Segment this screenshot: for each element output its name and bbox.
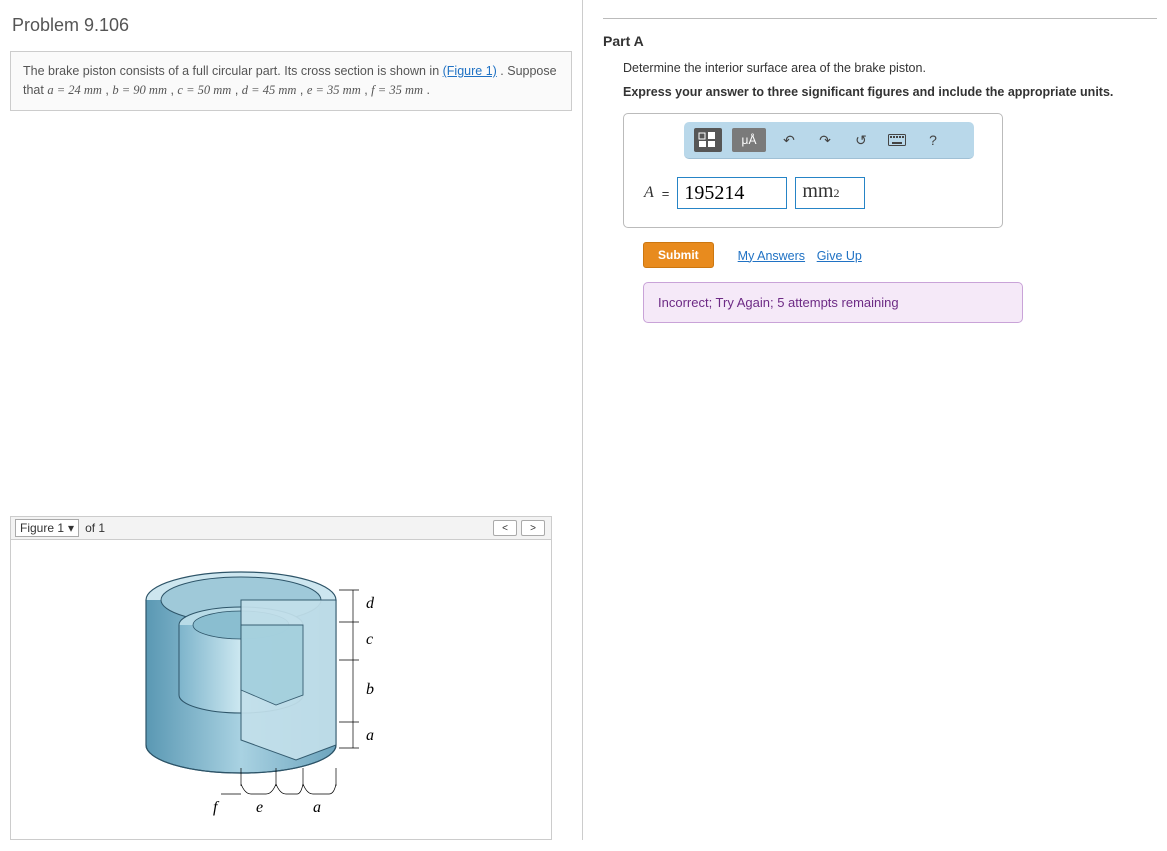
keyboard-icon[interactable]	[884, 128, 910, 152]
answer-row: A = mm2	[624, 171, 1002, 227]
part-a-bold: Express your answer to three significant…	[623, 85, 1157, 99]
sep: ,	[231, 83, 241, 97]
dim-a-bot: a	[313, 799, 321, 816]
give-up-link[interactable]: Give Up	[817, 249, 862, 263]
figure-selector-label: Figure 1	[20, 521, 64, 535]
var-c: c = 50 mm	[177, 83, 231, 97]
sep: ,	[361, 83, 371, 97]
units-button[interactable]: μÅ	[732, 128, 766, 152]
units-exp: 2	[834, 186, 840, 201]
sep: ,	[296, 83, 306, 97]
var-e: e = 35 mm	[307, 83, 361, 97]
figure-image: d c b a f e a	[10, 540, 552, 840]
redo-icon[interactable]: ↷	[812, 128, 838, 152]
var-b: b = 90 mm	[112, 83, 167, 97]
units-base: mm	[802, 180, 833, 203]
dim-d: d	[366, 595, 375, 612]
var-d: d = 45 mm	[242, 83, 297, 97]
figure-link[interactable]: (Figure 1)	[443, 64, 497, 78]
figure-next-button[interactable]: >	[521, 520, 545, 536]
chevron-down-icon: ▾	[68, 521, 74, 535]
answer-toolbar: μÅ ↶ ↷ ↺ ?	[684, 122, 974, 159]
problem-statement: The brake piston consists of a full circ…	[10, 51, 572, 111]
dim-a-top: a	[366, 727, 374, 744]
undo-icon[interactable]: ↶	[776, 128, 802, 152]
my-answers-link[interactable]: My Answers	[738, 249, 805, 263]
answer-value-input[interactable]	[677, 177, 787, 209]
problem-text-1: The brake piston consists of a full circ…	[23, 64, 443, 78]
submit-button[interactable]: Submit	[643, 242, 714, 268]
figure-count: of 1	[85, 521, 105, 535]
answer-units-input[interactable]: mm2	[795, 177, 865, 209]
dim-c: c	[366, 631, 373, 648]
end: .	[423, 83, 430, 97]
equals-sign: =	[662, 186, 670, 201]
feedback-message: Incorrect; Try Again; 5 attempts remaini…	[643, 282, 1023, 323]
submit-row: Submit My Answers Give Up	[643, 242, 1157, 268]
figure-prev-button[interactable]: <	[493, 520, 517, 536]
templates-icon[interactable]	[694, 128, 722, 152]
reset-icon[interactable]: ↺	[848, 128, 874, 152]
answer-variable: A	[644, 184, 654, 202]
figure-selector[interactable]: Figure 1 ▾	[15, 519, 79, 537]
sep: ,	[102, 83, 112, 97]
var-a: a = 24 mm	[47, 83, 102, 97]
help-button[interactable]: ?	[920, 128, 946, 152]
figure-bar: Figure 1 ▾ of 1 < >	[10, 516, 552, 540]
sep: ,	[167, 83, 177, 97]
link-row: My Answers Give Up	[738, 248, 870, 263]
dim-f: f	[213, 799, 220, 816]
piston-diagram: d c b a f e a	[91, 550, 471, 830]
problem-title: Problem 9.106	[12, 15, 572, 36]
dim-e-bot: e	[256, 799, 263, 816]
part-a-heading: Part A	[603, 33, 1157, 49]
answer-panel: μÅ ↶ ↷ ↺ ? A = mm2	[623, 113, 1003, 228]
part-a-instruction: Determine the interior surface area of t…	[623, 61, 1157, 75]
var-f: f = 35 mm	[371, 83, 423, 97]
divider	[603, 18, 1157, 19]
dim-b: b	[366, 681, 374, 698]
